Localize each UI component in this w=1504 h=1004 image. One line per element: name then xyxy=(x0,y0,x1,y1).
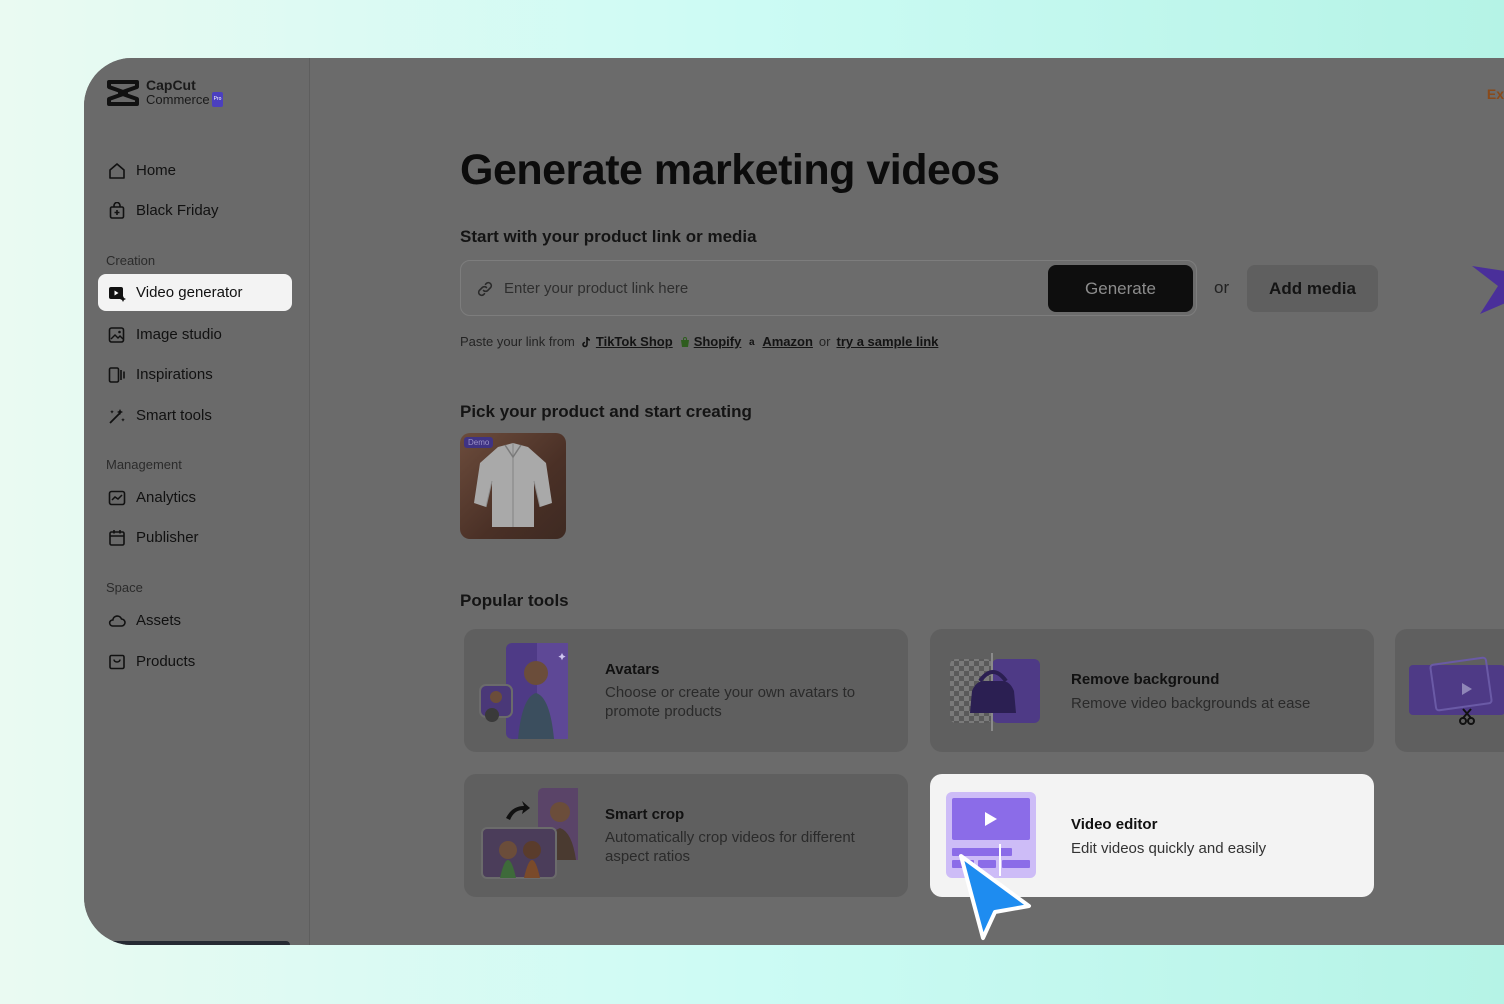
sidebar-item-inspirations[interactable]: Inspirations xyxy=(98,356,292,393)
sidebar-item-black-friday[interactable]: Black Friday xyxy=(98,192,292,229)
sidebar-item-label: Analytics xyxy=(136,489,197,506)
tool-title: Video editor xyxy=(1071,816,1158,833)
shopify-label: Shopify xyxy=(693,334,742,349)
tool-card-smart-crop[interactable]: Smart crop Automatically crop videos for… xyxy=(464,774,908,897)
or-separator: or xyxy=(1214,278,1230,297)
tiktok-icon xyxy=(582,336,591,347)
sidebar-item-analytics[interactable]: Analytics xyxy=(98,479,292,516)
shopify-icon xyxy=(680,336,689,347)
sidebar-item-assets[interactable]: Assets xyxy=(98,602,292,639)
section-label-management: Management xyxy=(106,457,182,472)
amazon-link[interactable]: a Amazon xyxy=(747,334,813,349)
brand-logo[interactable]: CapCut Commerce Pro xyxy=(106,77,224,108)
sidebar-item-video-generator[interactable]: Video generator xyxy=(98,274,292,311)
home-icon xyxy=(109,162,125,179)
smart-crop-thumbnail xyxy=(481,788,578,879)
product-section-heading: Pick your product and start creating xyxy=(460,402,752,421)
sidebar-item-label: Image studio xyxy=(136,326,222,343)
tiktok-shop-label: TikTok Shop xyxy=(595,334,673,349)
inspirations-icon xyxy=(108,366,125,383)
tool-card-avatars[interactable]: Avatars Choose or create your own avatar… xyxy=(464,629,908,752)
sidebar-item-label: Video generator xyxy=(136,284,243,301)
decorative-shape-icon xyxy=(1472,266,1504,314)
tool-desc: Edit videos quickly and easily xyxy=(1071,840,1267,857)
shirt-image xyxy=(474,443,552,527)
shopping-bag-icon xyxy=(109,201,125,219)
amazon-label: Amazon xyxy=(762,334,813,349)
tiktok-shop-link[interactable]: TikTok Shop xyxy=(581,334,673,349)
magic-wand-icon xyxy=(109,408,125,424)
remove-background-thumbnail xyxy=(950,653,1040,731)
link-section-heading: Start with your product link or media xyxy=(460,227,757,246)
tool-desc: Automatically crop videos for different … xyxy=(605,829,855,865)
demo-tag: Demo xyxy=(464,437,494,448)
sidebar: CapCut Commerce Pro Home Black Friday Cre… xyxy=(84,58,310,945)
sample-link[interactable]: try a sample link xyxy=(836,334,938,349)
tool-desc: Choose or create your own avatars to pro… xyxy=(605,684,856,720)
main-content: Ex Generate marketing videos Start with … xyxy=(310,58,1504,945)
sidebar-item-publisher[interactable]: Publisher xyxy=(98,519,292,556)
sidebar-item-image-studio[interactable]: Image studio xyxy=(98,316,292,353)
tool-title: Remove background xyxy=(1071,671,1220,688)
avatars-thumbnail xyxy=(479,643,568,739)
sidebar-item-home[interactable]: Home xyxy=(98,152,292,189)
amazon-icon: a xyxy=(749,337,755,348)
link-icon xyxy=(477,281,493,297)
product-link-input[interactable] xyxy=(504,273,1024,303)
tool-title: Avatars xyxy=(605,661,660,678)
image-sparkle-icon xyxy=(108,326,125,343)
sidebar-item-label: Products xyxy=(136,653,196,670)
section-label-creation: Creation xyxy=(106,253,156,268)
svg-text:a: a xyxy=(749,337,755,348)
section-label-space: Space xyxy=(106,580,143,595)
sidebar-item-label: Inspirations xyxy=(136,366,213,383)
cloud-icon xyxy=(108,614,126,627)
sidebar-item-label: Publisher xyxy=(136,529,199,546)
sidebar-item-smart-tools[interactable]: Smart tools xyxy=(98,397,292,434)
header-corner-link[interactable]: Ex xyxy=(1487,86,1504,102)
generate-button[interactable]: Generate xyxy=(1048,265,1193,312)
pro-badge: Pro xyxy=(211,92,224,107)
brand-name: CapCut xyxy=(146,77,196,93)
sidebar-item-products[interactable]: Products xyxy=(98,643,292,680)
tool-title: Smart crop xyxy=(605,806,685,823)
sidebar-item-label: Assets xyxy=(136,612,182,629)
or-inline-text: or xyxy=(818,334,831,349)
video-sparkle-icon xyxy=(109,286,126,302)
page-title: Generate marketing videos xyxy=(460,146,1000,194)
analytics-icon xyxy=(108,490,126,505)
sidebar-footer-bar xyxy=(104,941,290,945)
sidebar-item-label: Home xyxy=(136,162,177,179)
shopify-link[interactable]: Shopify xyxy=(679,334,742,349)
tool-card-remove-background[interactable]: Remove background Remove video backgroun… xyxy=(930,629,1374,752)
product-link-box: Generate xyxy=(460,260,1197,316)
paste-prefix: Paste your link from xyxy=(460,334,575,349)
box-icon xyxy=(109,654,125,669)
add-media-button[interactable]: Add media xyxy=(1247,265,1378,312)
app-window: CapCut Commerce Pro Home Black Friday Cre… xyxy=(84,58,1504,945)
link-sources-row: Paste your link from TikTok Shop Shopify… xyxy=(460,334,938,349)
tool-desc: Remove video backgrounds at ease xyxy=(1071,695,1311,712)
mouse-cursor-icon xyxy=(959,854,1031,940)
sidebar-item-label: Black Friday xyxy=(136,202,219,219)
sidebar-item-label: Smart tools xyxy=(136,407,212,424)
tools-section-heading: Popular tools xyxy=(460,591,569,610)
capcut-logo-icon xyxy=(107,80,139,106)
calendar-icon xyxy=(109,529,125,546)
brand-subname: Commerce xyxy=(146,92,210,107)
tool-card-partial[interactable] xyxy=(1395,629,1504,752)
demo-product-thumbnail[interactable]: Demo xyxy=(460,433,566,539)
video-cut-thumbnail xyxy=(1409,656,1504,725)
